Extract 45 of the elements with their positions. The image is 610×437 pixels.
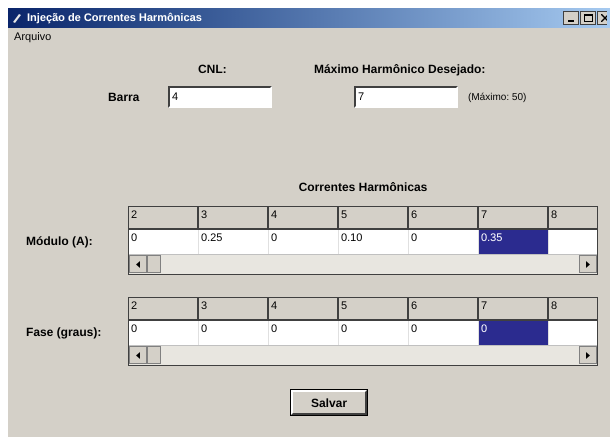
- table-cell[interactable]: 0: [409, 321, 479, 345]
- maximize-icon: [584, 14, 592, 22]
- table-cell[interactable]: 0: [199, 321, 269, 345]
- app-icon: [11, 12, 23, 24]
- scroll-right-button[interactable]: [579, 255, 597, 273]
- right-arrow-icon: [586, 352, 590, 358]
- horizontal-scrollbar[interactable]: [129, 254, 597, 274]
- field-label: Barra: [108, 89, 140, 106]
- save-button[interactable]: Salvar: [291, 390, 367, 415]
- scroll-left-button[interactable]: [129, 346, 147, 364]
- max-hint: (Máximo: 50): [468, 90, 526, 104]
- max-harmonic-heading: Máximo Harmônico Desejado:: [314, 61, 486, 78]
- table-cell[interactable]: 0.10: [339, 230, 409, 254]
- minimize-button[interactable]: [563, 11, 579, 25]
- menu-item[interactable]: Arquivo: [12, 28, 54, 46]
- table-cell[interactable]: 0: [409, 230, 479, 254]
- horizontal-scrollbar[interactable]: [129, 345, 597, 365]
- row-label: Módulo (A):: [25, 232, 94, 250]
- row-label: Fase (graus):: [25, 324, 102, 340]
- maximize-button[interactable]: [580, 11, 596, 25]
- table-cell[interactable]: 0: [269, 230, 339, 254]
- table-cell[interactable]: 0: [479, 321, 549, 345]
- bus-input-field[interactable]: 4: [168, 86, 272, 108]
- table-cell[interactable]: 0.35: [479, 230, 549, 254]
- scroll-thumb[interactable]: [147, 255, 161, 273]
- table-cell[interactable]: 0: [339, 321, 409, 345]
- window-title: Injeção de Correntes Harmônicas: [27, 10, 203, 26]
- data-grid[interactable]: 2 3 4 5 6 7 8 0 0 0 0 0 0: [128, 297, 598, 366]
- data-grid[interactable]: 2 3 4 5 6 7 8 0 0.25 0 0.10 0 0.35: [128, 206, 598, 275]
- scroll-thumb[interactable]: [147, 346, 161, 364]
- scroll-right-button[interactable]: [579, 346, 597, 364]
- table-cell[interactable]: 0.25: [199, 230, 269, 254]
- minimize-icon: [568, 20, 574, 22]
- close-icon: [601, 14, 607, 22]
- table-cell[interactable]: 0: [129, 230, 199, 254]
- close-button[interactable]: [597, 11, 607, 25]
- left-arrow-icon: [136, 260, 140, 268]
- section-title: Correntes Harmônicas: [298, 179, 428, 196]
- right-arrow-icon: [586, 260, 590, 268]
- max-harmonic-input-field[interactable]: 7: [354, 86, 458, 108]
- scroll-left-button[interactable]: [129, 255, 147, 273]
- cnl-heading: CNL:: [198, 61, 228, 78]
- left-arrow-icon: [136, 352, 140, 358]
- table-cell[interactable]: 0: [129, 321, 199, 345]
- table-cell[interactable]: 0: [269, 321, 339, 345]
